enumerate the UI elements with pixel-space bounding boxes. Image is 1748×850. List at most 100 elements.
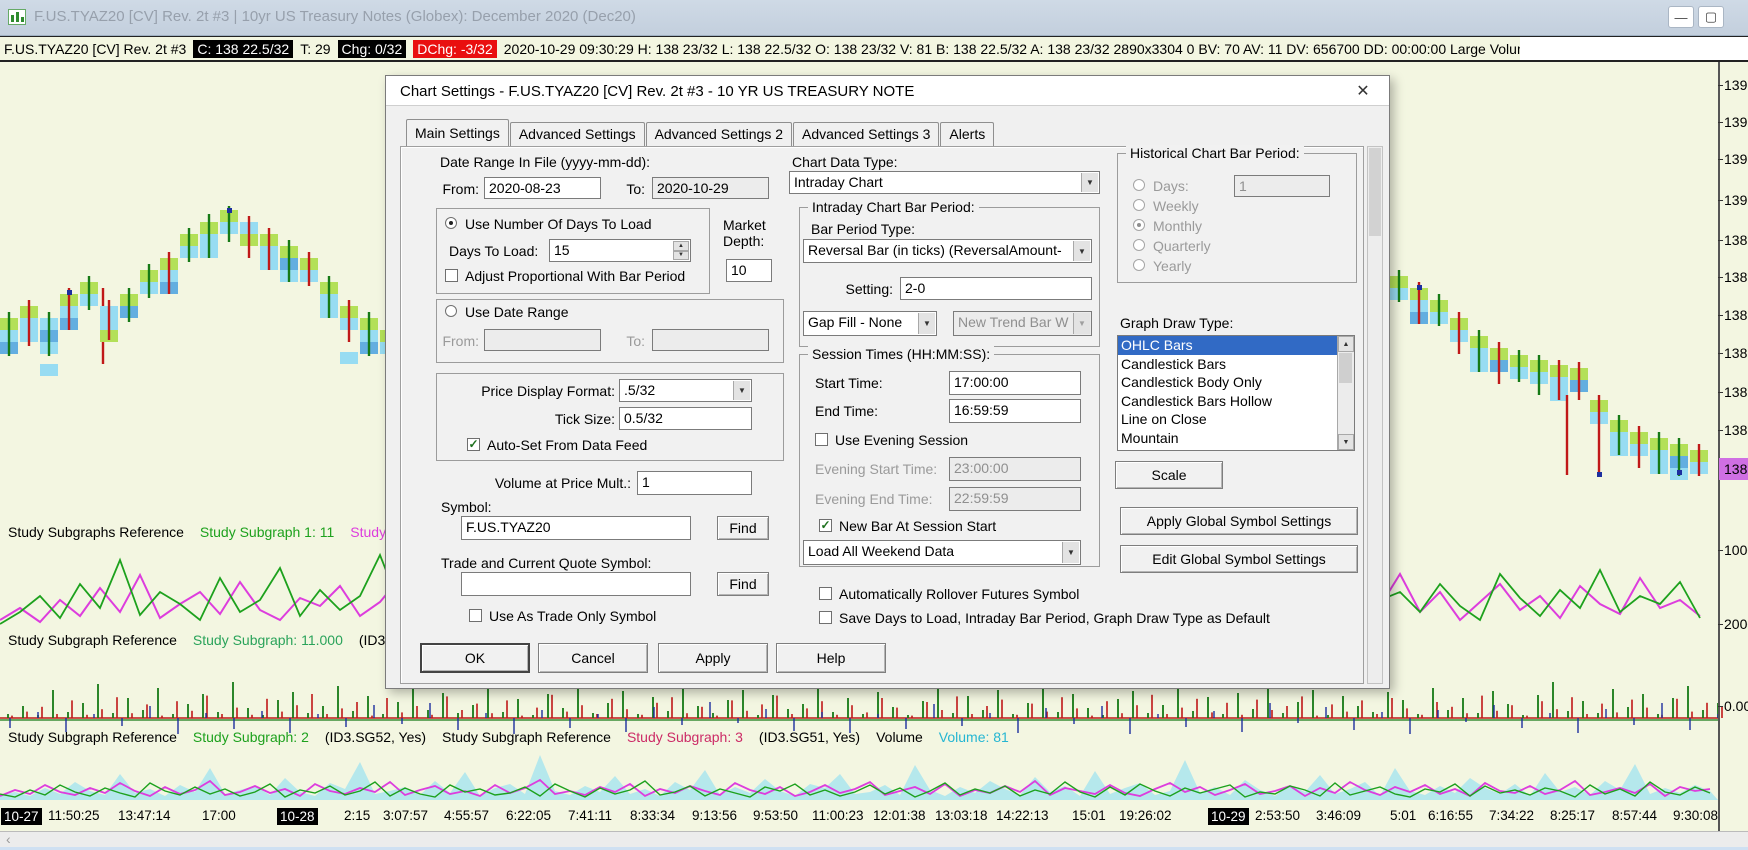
tab-advanced-settings[interactable]: Advanced Settings (509, 122, 645, 146)
range-to-input[interactable] (652, 329, 769, 351)
graph-draw-option[interactable]: OHLC Bars (1118, 336, 1354, 355)
range-to-label: To: (626, 333, 645, 349)
dialog-tabs: Main Settings Advanced Settings Advanced S… (406, 119, 995, 147)
new-trend-bar-select[interactable]: New Trend Bar W ▼ (953, 311, 1092, 336)
tick-size-input[interactable]: 0.5/32 (619, 407, 752, 430)
historical-radio-label: Weekly (1153, 198, 1199, 214)
time-label: 12:01:38 (873, 808, 926, 823)
end-time-label: End Time: (815, 403, 879, 419)
trade-find-button[interactable]: Find (717, 572, 769, 596)
intraday-group-title: Intraday Chart Bar Period: (808, 199, 979, 215)
apply-button[interactable]: Apply (658, 643, 768, 673)
chart-settings-dialog: Chart Settings - F.US.TYAZ20 [CV] Rev. 2… (385, 75, 1390, 689)
market-depth-input[interactable]: 10 (726, 259, 772, 282)
study-subgraph-reference-row: Study Subgraph Reference Study Subgraph: … (8, 632, 409, 648)
listbox-scrollbar[interactable]: ▲ ▼ (1337, 336, 1354, 450)
historical-radio-weekly[interactable] (1133, 199, 1145, 211)
save-default-checkbox[interactable] (819, 611, 832, 624)
evening-start-time-input[interactable]: 23:00:00 (949, 457, 1081, 481)
price-label: 138 (1724, 307, 1748, 323)
minimize-button[interactable]: — (1668, 6, 1694, 28)
horizontal-scrollbar[interactable]: ‹ (0, 831, 1748, 847)
end-time-input[interactable]: 16:59:59 (949, 399, 1081, 423)
scroll-left-icon[interactable]: ‹ (6, 831, 11, 847)
gap-fill-select[interactable]: Gap Fill - None ▼ (803, 311, 937, 336)
adjust-proportional-checkbox[interactable] (445, 269, 458, 282)
price-tick (1718, 122, 1723, 123)
chart-data-type-select[interactable]: Intraday Chart ▼ (789, 171, 1100, 194)
start-time-input[interactable]: 17:00:00 (949, 371, 1081, 395)
graph-draw-option[interactable]: Mountain (1118, 429, 1354, 448)
graph-draw-option[interactable]: Line on Close (1118, 410, 1354, 429)
days-to-load-spinner[interactable]: ▲ ▼ (673, 241, 689, 260)
price-tick (1718, 706, 1723, 707)
dialog-scrollbar[interactable] (1367, 146, 1383, 684)
main-settings-panel: Date Range In File (yyyy-mm-dd): From: 2… (400, 145, 1364, 684)
chevron-down-icon[interactable]: ▼ (1062, 542, 1079, 563)
price-tick (1718, 430, 1723, 431)
study-label: Study Subgraph Reference (8, 632, 177, 648)
volume-at-price-mult-input[interactable]: 1 (637, 471, 752, 495)
app-chart-icon (8, 9, 26, 25)
dialog-titlebar[interactable]: Chart Settings - F.US.TYAZ20 [CV] Rev. 2… (386, 76, 1389, 106)
new-bar-at-session-start-checkbox[interactable]: ✓ (819, 519, 832, 532)
bar-period-type-label: Bar Period Type: (811, 221, 916, 237)
days-to-load-input[interactable]: 15 ▲ ▼ (549, 239, 691, 262)
adjust-proportional-label: Adjust Proportional With Bar Period (465, 268, 686, 284)
evening-end-time-input[interactable]: 22:59:59 (949, 487, 1081, 511)
time-label: 3:07:57 (383, 808, 429, 823)
graph-draw-option[interactable]: Candlestick Body Only (1118, 373, 1354, 392)
trade-quote-symbol-input[interactable] (461, 572, 691, 596)
auto-set-checkbox[interactable]: ✓ (467, 438, 480, 451)
graph-draw-option[interactable]: Candlestick Bars (1118, 355, 1354, 374)
tab-alerts[interactable]: Alerts (940, 122, 995, 146)
ok-button[interactable]: OK (420, 643, 530, 673)
time-label: 15:01 (1072, 808, 1106, 823)
edit-global-symbol-settings-button[interactable]: Edit Global Symbol Settings (1120, 545, 1358, 573)
use-date-range-radio[interactable] (445, 305, 457, 317)
setting-input[interactable]: 2-0 (900, 277, 1092, 300)
date-to-input[interactable]: 2020-10-29 (652, 177, 769, 199)
historical-radio-yearly[interactable] (1133, 259, 1145, 271)
scroll-up-icon[interactable]: ▲ (1338, 336, 1354, 352)
price-tick (1718, 240, 1723, 241)
window-titlebar: F.US.TYAZ20 [CV] Rev. 2t #3 | 10yr US Tr… (0, 0, 1748, 36)
historical-radio-quarterly[interactable] (1133, 239, 1145, 251)
historical-days-input[interactable]: 1 (1234, 175, 1330, 197)
time-label: 17:00 (202, 808, 236, 823)
use-evening-session-checkbox[interactable] (815, 433, 828, 446)
chevron-down-icon[interactable]: ▼ (918, 313, 935, 334)
cancel-button[interactable]: Cancel (538, 643, 648, 673)
apply-global-symbol-settings-button[interactable]: Apply Global Symbol Settings (1120, 507, 1358, 535)
scrollbar-thumb[interactable] (1369, 148, 1381, 236)
range-from-input[interactable] (484, 329, 601, 351)
auto-rollover-label: Automatically Rollover Futures Symbol (839, 586, 1080, 602)
historical-radio-monthly[interactable] (1133, 219, 1145, 231)
chevron-down-icon[interactable]: ▼ (733, 381, 750, 400)
chevron-down-icon[interactable]: ▼ (1073, 241, 1090, 261)
chevron-down-icon[interactable]: ▼ (1081, 173, 1098, 192)
graph-draw-option[interactable]: Candlestick Bars Hollow (1118, 392, 1354, 411)
tab-main-settings[interactable]: Main Settings (406, 119, 509, 146)
close-icon[interactable]: ✕ (1351, 80, 1375, 102)
use-number-of-days-radio[interactable] (445, 217, 457, 229)
scroll-down-icon[interactable]: ▼ (1338, 434, 1354, 450)
bar-period-type-select[interactable]: Reversal Bar (in ticks) (ReversalAmount-… (803, 239, 1092, 263)
auto-rollover-checkbox[interactable] (819, 587, 832, 600)
tab-advanced-settings-3[interactable]: Advanced Settings 3 (793, 122, 940, 146)
symbol-find-button[interactable]: Find (717, 516, 769, 540)
graph-draw-type-listbox[interactable]: ▲ ▼ OHLC Bars Candlestick Bars Candlestick… (1117, 335, 1355, 451)
help-button[interactable]: Help (776, 643, 886, 673)
tab-advanced-settings-2[interactable]: Advanced Settings 2 (645, 122, 792, 146)
maximize-button[interactable]: ▢ (1698, 6, 1724, 28)
symbol-input[interactable]: F.US.TYAZ20 (461, 516, 691, 540)
info-segment: 2020-10-29 09:30:29 H: 138 23/32 L: 138 … (503, 40, 1690, 57)
historical-radio-days[interactable] (1133, 179, 1145, 191)
use-as-trade-only-checkbox[interactable] (469, 609, 482, 622)
study-label: Volume (876, 729, 923, 745)
date-from-input[interactable]: 2020-08-23 (484, 177, 601, 199)
scale-button[interactable]: Scale (1115, 461, 1223, 489)
weekend-data-select[interactable]: Load All Weekend Data ▼ (803, 540, 1081, 565)
price-display-format-select[interactable]: .5/32 ▼ (619, 379, 752, 402)
scrollbar-thumb[interactable] (1339, 353, 1352, 383)
